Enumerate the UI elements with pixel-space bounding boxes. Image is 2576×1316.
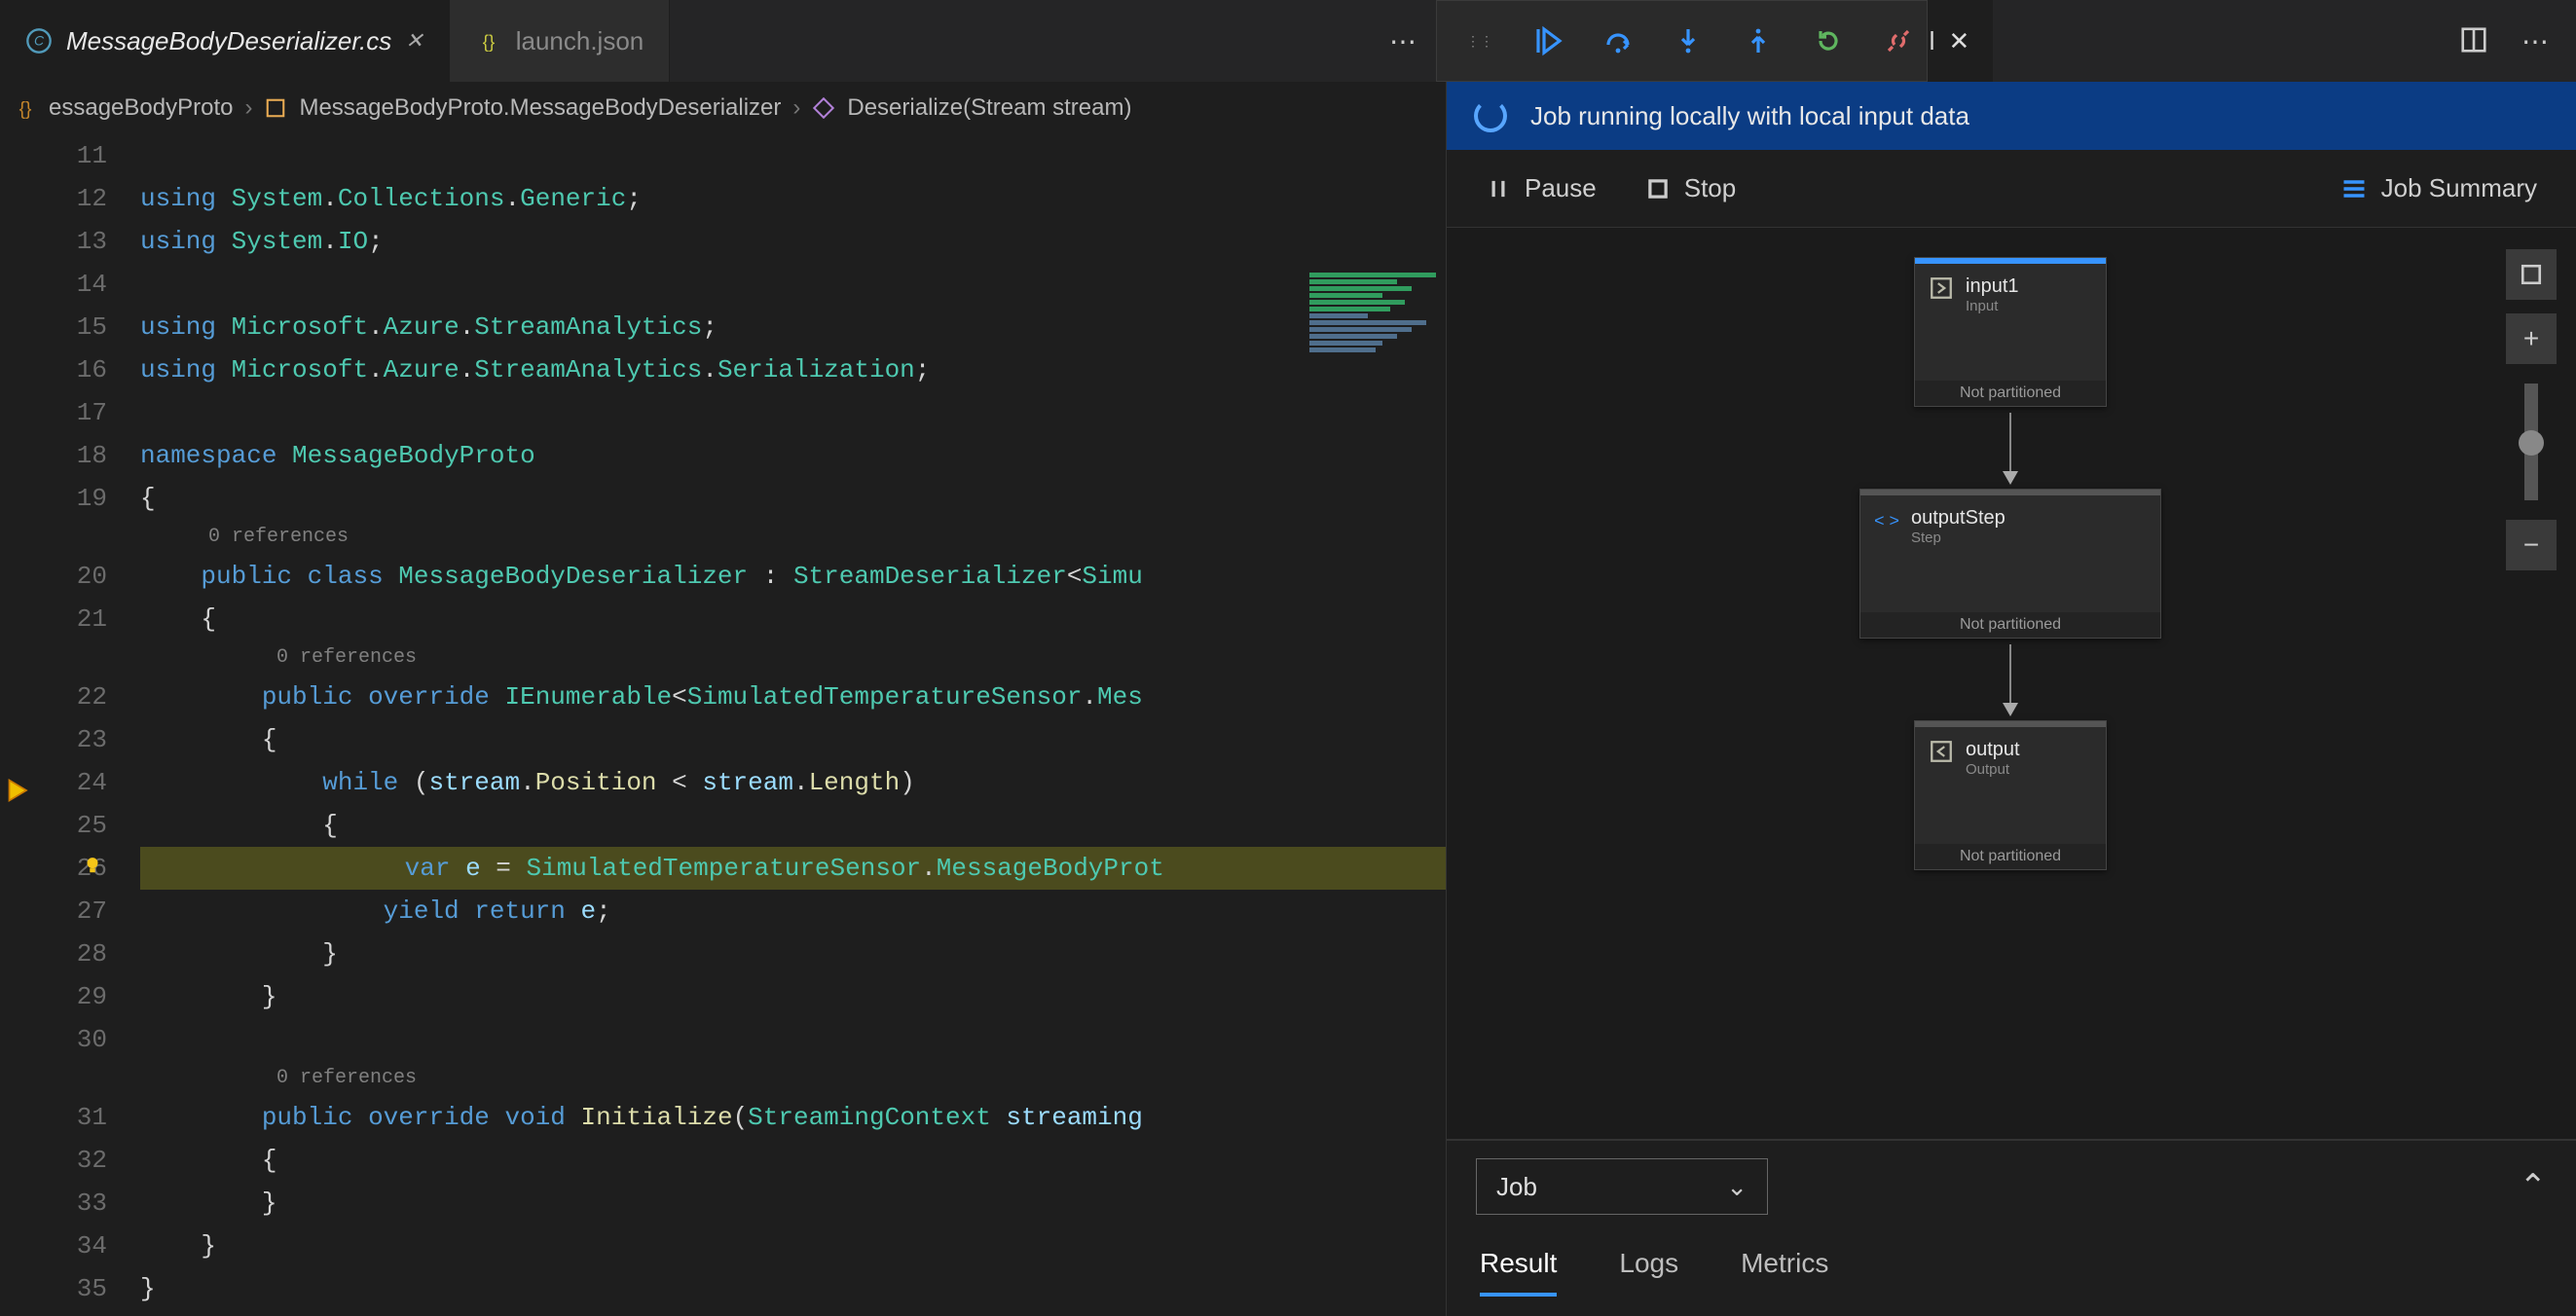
tab-logs[interactable]: Logs [1619, 1248, 1678, 1297]
chevron-right-icon: › [792, 94, 800, 122]
execution-pointer-icon [6, 777, 33, 804]
diagram-node-output[interactable]: output Output Not partitioned [1914, 720, 2107, 870]
more-actions-icon[interactable]: ⋯ [2521, 25, 2549, 57]
node-footer: Not partitioned [1915, 381, 2106, 406]
job-summary-label: Job Summary [2381, 173, 2537, 203]
chevron-down-icon: ⌄ [1726, 1172, 1748, 1202]
step-icon: < > [1874, 507, 1899, 532]
step-over-button[interactable] [1602, 23, 1634, 58]
tab-csharp-file[interactable]: C MessageBodyDeserializer.cs ✕ [0, 0, 450, 82]
spinner-icon [1474, 99, 1507, 132]
disconnect-button[interactable] [1883, 23, 1914, 58]
svg-text:{}: {} [19, 99, 32, 119]
node-title: outputStep [1911, 507, 2006, 530]
svg-text:C: C [34, 33, 45, 49]
close-icon[interactable]: ✕ [1948, 26, 1969, 56]
stop-label: Stop [1684, 173, 1737, 203]
csharp-icon: C [25, 27, 53, 55]
job-diagram[interactable]: input1 Input Not partitioned < > outputS… [1447, 228, 2576, 1140]
input-icon [1929, 275, 1954, 301]
diagram-node-step[interactable]: < > outputStep Step Not partitioned [1859, 489, 2161, 639]
tab-label: MessageBodyDeserializer.cs [66, 26, 391, 56]
code-content[interactable]: using System.Collections.Generic;using S… [140, 134, 1446, 1316]
arrow-down-icon [2003, 471, 2018, 485]
job-selector-value: Job [1496, 1172, 1537, 1202]
step-into-button[interactable] [1673, 23, 1704, 58]
step-out-button[interactable] [1743, 23, 1774, 58]
job-controls: Pause Stop Job Summary [1447, 150, 2576, 228]
node-subtitle: Step [1911, 530, 2006, 546]
job-pane: otobufCloudDeserializer.asaql ✕ ⋯ Job ru… [1446, 0, 2576, 1316]
method-icon [812, 96, 835, 120]
tab-label: launch.json [516, 26, 644, 56]
zoom-slider[interactable] [2524, 384, 2538, 500]
svg-text:{}: {} [482, 31, 494, 52]
drag-handle-icon[interactable]: ⋮⋮ [1466, 23, 1493, 58]
breadcrumb-item[interactable]: essageBodyProto [49, 94, 233, 122]
node-footer: Not partitioned [1915, 844, 2106, 869]
collapse-icon[interactable]: ⌃ [2520, 1167, 2548, 1206]
minimap[interactable] [1300, 271, 1446, 494]
namespace-icon: {} [14, 96, 37, 120]
split-editor-icon[interactable] [2459, 25, 2488, 57]
tab-metrics[interactable]: Metrics [1741, 1248, 1828, 1297]
fit-screen-button[interactable] [2506, 249, 2557, 300]
svg-text:< >: < > [1874, 511, 1899, 530]
chevron-right-icon: › [244, 94, 252, 122]
node-subtitle: Input [1966, 298, 2019, 314]
debug-toolbar[interactable]: ⋮⋮ [1436, 0, 1928, 82]
json-icon: {} [475, 27, 502, 55]
job-selector[interactable]: Job ⌄ [1476, 1158, 1768, 1215]
restart-button[interactable] [1813, 23, 1844, 58]
pause-button[interactable]: Pause [1486, 173, 1597, 203]
lightbulb-icon[interactable] [82, 854, 103, 883]
tab-overflow-button[interactable]: ⋯ [1360, 0, 1446, 82]
breadcrumb[interactable]: {} essageBodyProto › MessageBodyProto.Me… [0, 82, 1446, 134]
result-tabs: Result Logs Metrics [1476, 1236, 2547, 1316]
glyph-margin [0, 134, 39, 1316]
pause-label: Pause [1525, 173, 1597, 203]
banner-text: Job running locally with local input dat… [1530, 101, 1969, 131]
tab-json-file[interactable]: {} launch.json [450, 0, 671, 82]
zoom-out-button[interactable]: − [2506, 520, 2557, 570]
continue-button[interactable] [1532, 23, 1564, 58]
zoom-in-button[interactable]: + [2506, 313, 2557, 364]
node-title: input1 [1966, 275, 2019, 298]
breadcrumb-item[interactable]: Deserialize(Stream stream) [847, 94, 1131, 122]
close-icon[interactable]: ✕ [405, 28, 423, 54]
breadcrumb-item[interactable]: MessageBodyProto.MessageBodyDeserializer [299, 94, 781, 122]
editor-pane: C MessageBodyDeserializer.cs ✕ {} launch… [0, 0, 1446, 1316]
diagram-edge [2009, 644, 2011, 703]
output-icon [1929, 739, 1954, 764]
tab-result[interactable]: Result [1480, 1248, 1557, 1297]
diagram-node-input[interactable]: input1 Input Not partitioned [1914, 257, 2107, 407]
job-summary-button[interactable]: Job Summary [2340, 173, 2537, 203]
codelens[interactable]: 0 references [140, 640, 1446, 676]
node-title: output [1966, 739, 2020, 761]
codelens[interactable]: 0 references [140, 520, 1446, 555]
node-footer: Not partitioned [1860, 612, 2160, 638]
class-icon [264, 96, 287, 120]
stop-button[interactable]: Stop [1645, 173, 1737, 203]
code-editor[interactable]: 1112131415161718192021222324252627282930… [0, 134, 1446, 1316]
arrow-down-icon [2003, 703, 2018, 716]
job-bottom-panel: Job ⌄ ⌃ Result Logs Metrics [1447, 1140, 2576, 1316]
editor-tabbar: C MessageBodyDeserializer.cs ✕ {} launch… [0, 0, 1446, 82]
diagram-tools: + − [2506, 249, 2557, 570]
line-number-gutter: 1112131415161718192021222324252627282930… [39, 134, 140, 1316]
node-subtitle: Output [1966, 761, 2020, 778]
diagram-edge [2009, 413, 2011, 471]
job-status-banner: Job running locally with local input dat… [1447, 82, 2576, 150]
codelens[interactable]: 0 references [140, 1061, 1446, 1096]
